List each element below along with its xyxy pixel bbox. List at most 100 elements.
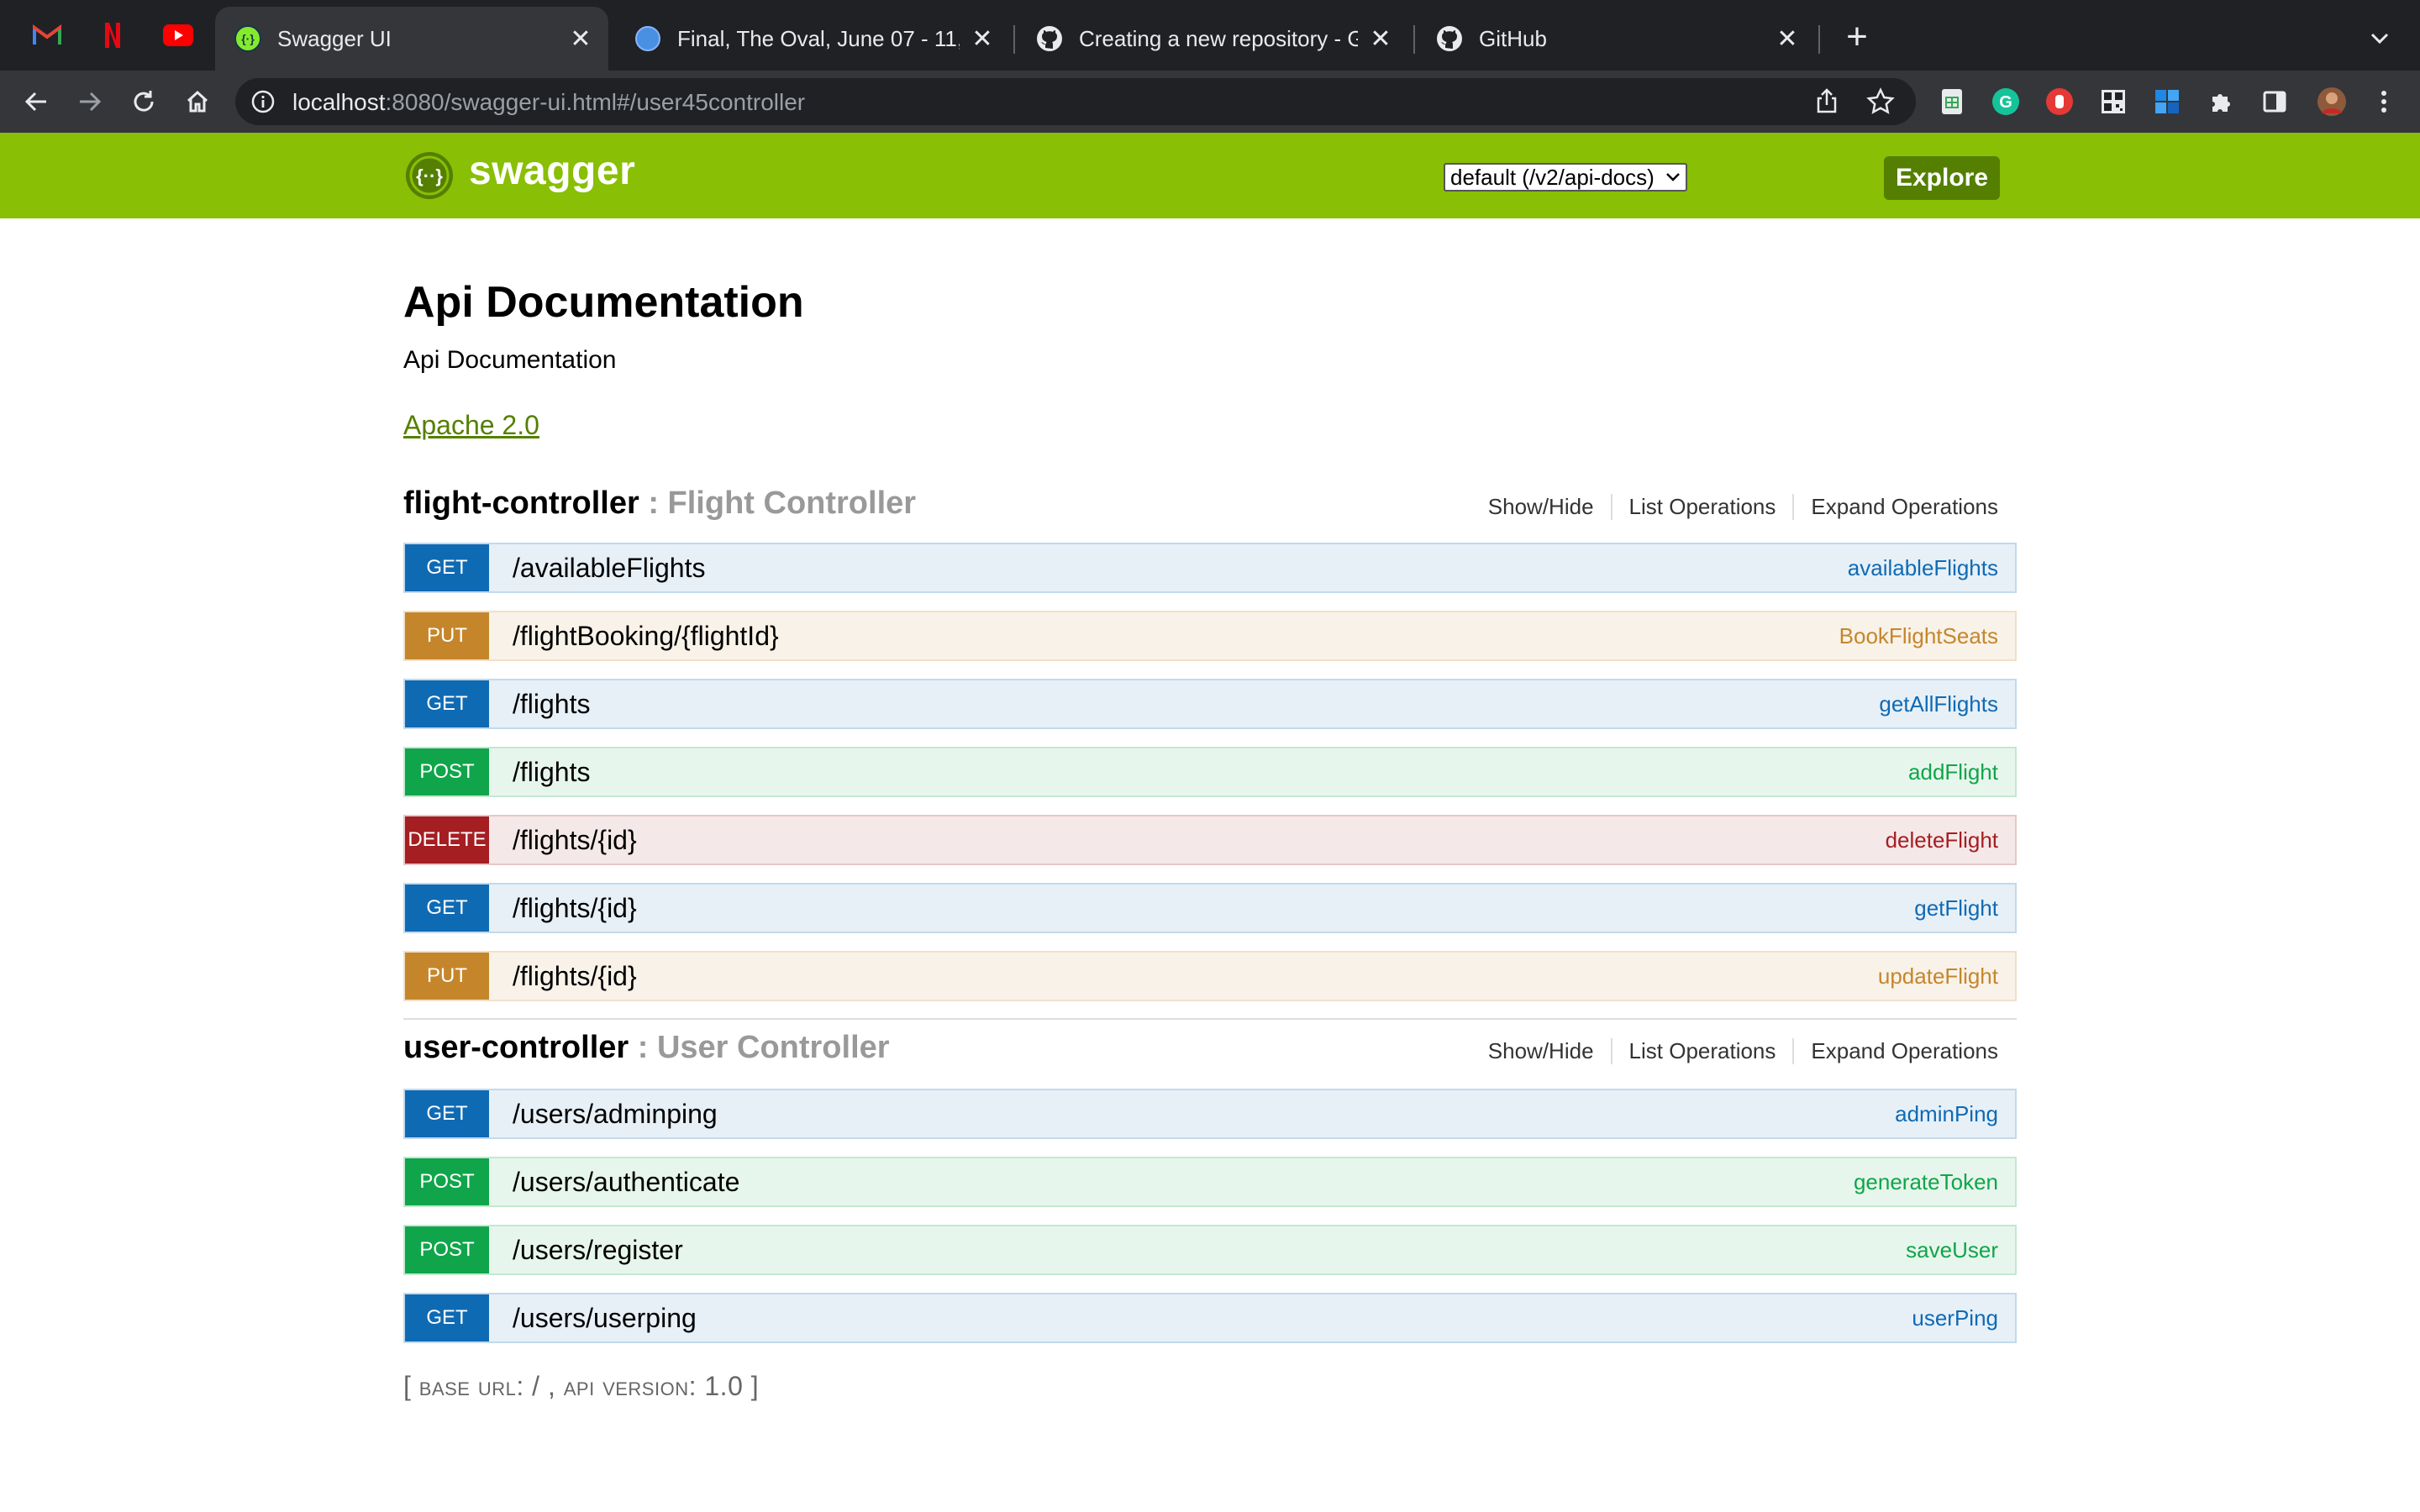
chrome-menu-kebab-icon[interactable]	[2368, 86, 2400, 118]
operation-path[interactable]: /users/authenticate	[513, 1167, 1854, 1198]
operation-nickname[interactable]: getFlight	[1914, 895, 1998, 921]
tab-title: Final, The Oval, June 07 - 11, 2	[677, 25, 960, 51]
operation-row[interactable]: GET /flights getAllFlights	[403, 679, 2017, 729]
share-icon[interactable]	[1812, 87, 1842, 117]
operation-row[interactable]: POST /users/register saveUser	[403, 1225, 2017, 1275]
sheets-extension-icon[interactable]	[1936, 86, 1968, 118]
show-hide-link[interactable]: Show/Hide	[1471, 494, 1612, 520]
license-link[interactable]: Apache 2.0	[403, 410, 539, 441]
tab-title: GitHub	[1479, 25, 1547, 51]
operation-row[interactable]: DELETE /flights/{id} deleteFlight	[403, 815, 2017, 865]
swagger-logo-icon[interactable]: {··}	[405, 151, 454, 200]
tab-creating-new-repository[interactable]: Creating a new repository - Git ✕	[1017, 7, 1408, 71]
expand-operations-link[interactable]: Expand Operations	[1794, 1038, 1998, 1064]
back-arrow-icon[interactable]	[17, 82, 55, 121]
svg-text:{··}: {··}	[416, 165, 443, 186]
bookmark-star-icon[interactable]	[1865, 87, 1896, 117]
operation-path[interactable]: /flights/{id}	[513, 893, 1914, 924]
operation-path[interactable]: /availableFlights	[513, 553, 1848, 584]
github-favicon-icon	[1435, 24, 1464, 53]
operation-row[interactable]: GET /users/adminping adminPing	[403, 1089, 2017, 1139]
operation-nickname[interactable]: BookFlightSeats	[1839, 623, 1998, 649]
svg-text:{·}: {·}	[241, 32, 255, 45]
operation-row[interactable]: GET /availableFlights availableFlights	[403, 543, 2017, 593]
operation-nickname[interactable]: availableFlights	[1848, 555, 1998, 581]
swagger-brand[interactable]: swagger	[469, 148, 635, 194]
resource-options: Show/Hide List Operations Expand Operati…	[1471, 1038, 1998, 1064]
tab-final-the-oval[interactable]: Final, The Oval, June 07 - 11, 2 ✕	[615, 7, 1010, 71]
side-panel-icon[interactable]	[2259, 86, 2291, 118]
operation-path[interactable]: /users/userping	[513, 1303, 1912, 1334]
operation-path[interactable]: /flights/{id}	[513, 825, 1886, 856]
windows-extension-icon[interactable]	[2151, 86, 2183, 118]
operation-row[interactable]: POST /users/authenticate generateToken	[403, 1157, 2017, 1207]
http-method-badge: GET	[405, 680, 489, 727]
reload-icon[interactable]	[124, 82, 163, 121]
close-icon[interactable]: ✕	[1773, 24, 1802, 53]
tab-title: Creating a new repository - Git	[1079, 25, 1358, 51]
browser-toolbar: localhost:8080/swagger-ui.html#/user45co…	[0, 71, 2420, 133]
operation-nickname[interactable]: saveUser	[1906, 1237, 1998, 1263]
operation-path[interactable]: /users/adminping	[513, 1099, 1895, 1130]
resource-description: : Flight Controller	[639, 486, 917, 521]
operation-path[interactable]: /users/register	[513, 1235, 1906, 1266]
page-description: Api Documentation	[403, 346, 617, 374]
extensions-puzzle-icon[interactable]	[2205, 86, 2237, 118]
home-icon[interactable]	[178, 82, 217, 121]
resource-heading: flight-controller : Flight Controller	[403, 486, 916, 522]
tab-search-chevron-down-icon[interactable]	[2366, 25, 2393, 52]
operation-nickname[interactable]: adminPing	[1895, 1101, 1998, 1127]
operation-nickname[interactable]: addFlight	[1908, 759, 1998, 785]
resource-name-link[interactable]: flight-controller	[403, 486, 639, 521]
http-method-badge: GET	[405, 1294, 489, 1341]
resource-name-link[interactable]: user-controller	[403, 1030, 629, 1065]
operation-path[interactable]: /flights	[513, 689, 1879, 720]
http-method-badge: POST	[405, 748, 489, 795]
operation-row[interactable]: PUT /flights/{id} updateFlight	[403, 951, 2017, 1001]
operation-row[interactable]: GET /flights/{id} getFlight	[403, 883, 2017, 933]
info-icon[interactable]	[250, 89, 276, 114]
new-tab-plus-icon[interactable]: +	[1840, 16, 1874, 57]
operation-row[interactable]: GET /users/userping userPing	[403, 1293, 2017, 1343]
operation-path[interactable]: /flights	[513, 757, 1908, 788]
url-text: localhost:8080/swagger-ui.html#/user45co…	[292, 89, 805, 116]
block-site-extension-icon[interactable]	[2044, 86, 2075, 118]
http-method-badge: GET	[405, 1090, 489, 1137]
tab-github[interactable]: GitHub ✕	[1417, 7, 1815, 71]
netflix-pinned-tab[interactable]	[96, 18, 129, 52]
operation-path[interactable]: /flights/{id}	[513, 961, 1878, 992]
grammarly-extension-icon[interactable]: G	[1990, 86, 2022, 118]
operation-nickname[interactable]: getAllFlights	[1879, 691, 1998, 717]
close-icon[interactable]: ✕	[968, 24, 997, 53]
resource-heading: user-controller : User Controller	[403, 1030, 890, 1066]
operation-nickname[interactable]: deleteFlight	[1886, 827, 1998, 853]
api-spec-select[interactable]: default (/v2/api-docs)	[1444, 163, 1687, 192]
operation-row[interactable]: POST /flights addFlight	[403, 747, 2017, 797]
list-operations-link[interactable]: List Operations	[1612, 494, 1795, 520]
youtube-pinned-tab[interactable]	[161, 18, 195, 52]
operation-row[interactable]: PUT /flightBooking/{flightId} BookFlight…	[403, 611, 2017, 661]
operation-nickname[interactable]: updateFlight	[1878, 963, 1998, 990]
operation-nickname[interactable]: userPing	[1912, 1305, 1998, 1331]
close-icon[interactable]: ✕	[566, 24, 595, 53]
qr-code-extension-icon[interactable]	[2097, 86, 2129, 118]
youtube-icon	[163, 24, 193, 46]
close-icon[interactable]: ✕	[1366, 24, 1395, 53]
show-hide-link[interactable]: Show/Hide	[1471, 1038, 1612, 1064]
explore-button[interactable]: Explore	[1884, 156, 2000, 200]
http-method-badge: DELETE	[405, 816, 489, 864]
svg-text:G: G	[1999, 93, 2012, 112]
globe-favicon-icon	[634, 24, 662, 53]
expand-operations-link[interactable]: Expand Operations	[1794, 494, 1998, 520]
tab-swagger-ui[interactable]: {·} Swagger UI ✕	[215, 7, 608, 71]
profile-avatar[interactable]	[2316, 86, 2348, 118]
operation-nickname[interactable]: generateToken	[1854, 1169, 1998, 1195]
http-method-badge: GET	[405, 544, 489, 591]
tab-separator	[1413, 25, 1415, 54]
operation-path[interactable]: /flightBooking/{flightId}	[513, 621, 1839, 652]
gmail-pinned-tab[interactable]	[30, 18, 64, 52]
resource-flight-controller: flight-controller : Flight Controller Sh…	[403, 482, 2017, 533]
address-bar[interactable]: localhost:8080/swagger-ui.html#/user45co…	[235, 78, 1916, 125]
list-operations-link[interactable]: List Operations	[1612, 1038, 1795, 1064]
forward-arrow-icon[interactable]	[71, 82, 109, 121]
